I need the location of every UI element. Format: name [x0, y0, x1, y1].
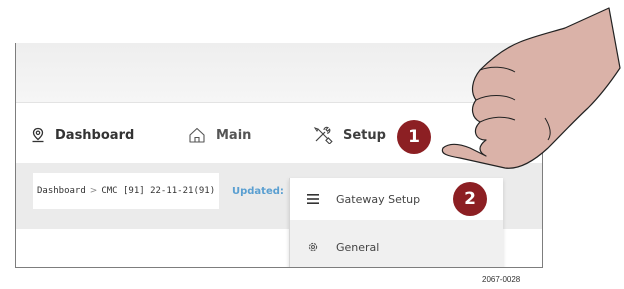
figure: Dashboard Main Setup Dashboard > CMC [91… — [0, 0, 624, 289]
figure-caption: 2067-0028 — [482, 275, 521, 284]
pointing-hand-illustration — [441, 7, 621, 169]
